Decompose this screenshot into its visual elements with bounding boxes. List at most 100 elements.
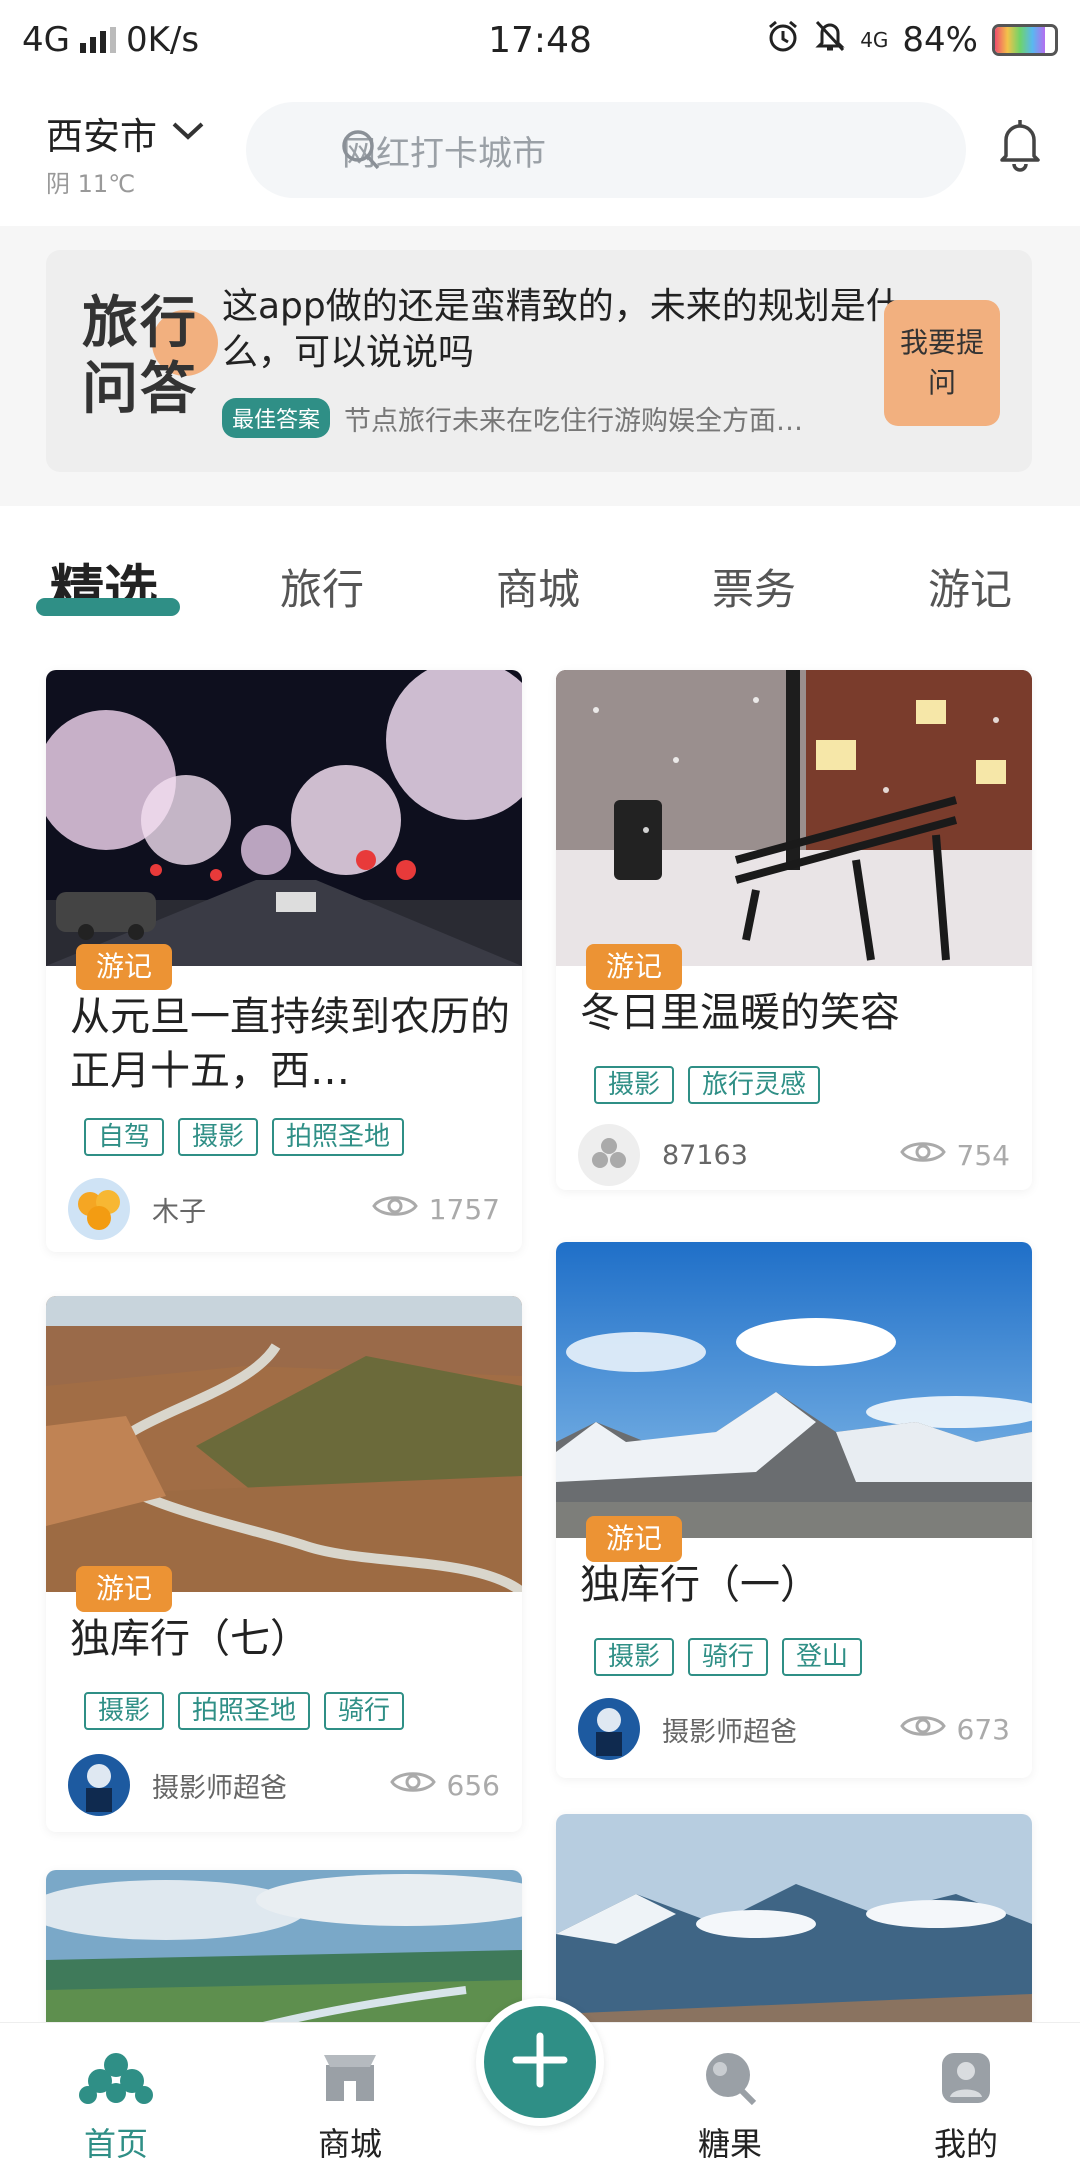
- nav-home[interactable]: 首页: [46, 2051, 186, 2160]
- qa-logo-line1: 旅行: [82, 290, 198, 356]
- profile-icon: [936, 2053, 996, 2109]
- post-title[interactable]: 独库行（一）: [580, 1558, 1020, 1612]
- bell-icon[interactable]: [996, 116, 1044, 176]
- post-views: 1757: [371, 1191, 500, 1228]
- post-category-badge: 游记: [586, 944, 683, 990]
- eye-icon: [899, 1137, 947, 1174]
- city-name: 西安市: [46, 115, 157, 158]
- post-footer: 87163 754: [578, 1122, 1010, 1188]
- best-answer-badge: 最佳答案: [222, 398, 331, 438]
- alarm-icon: [766, 19, 800, 62]
- post-card[interactable]: 游记 独库行（七） 摄影 拍照圣地 骑行 摄影师超爸 656: [46, 1296, 522, 1832]
- post-tag[interactable]: 旅行灵感: [688, 1066, 821, 1104]
- post-tag[interactable]: 拍照圣地: [272, 1118, 405, 1156]
- post-views: 673: [899, 1711, 1010, 1748]
- post-author[interactable]: 木子: [152, 1190, 371, 1229]
- nav-mall-label: 商城: [317, 2125, 382, 2160]
- tab-travel[interactable]: 旅行: [280, 556, 364, 617]
- battery-percent: 84%: [902, 20, 978, 60]
- search-bar[interactable]: 网红打卡城市: [246, 102, 966, 198]
- post-image-canyon-river: [46, 1296, 522, 1592]
- post-tag[interactable]: 登山: [782, 1638, 863, 1676]
- post-card[interactable]: 游记 冬日里温暖的笑容 摄影 旅行灵感 87163 754: [556, 670, 1032, 1190]
- answer-text: 节点旅行未来在吃住行游购娱全方面…: [344, 405, 804, 437]
- qa-question[interactable]: 这app做的还是蛮精致的，未来的规划是什么，可以说说吗: [222, 284, 922, 376]
- post-title[interactable]: 冬日里温暖的笑容: [580, 986, 1020, 1040]
- post-category-badge: 游记: [76, 944, 173, 990]
- candy-icon: [700, 2053, 760, 2109]
- qa-logo: 旅行 问答: [82, 290, 232, 422]
- qa-section: 旅行 问答 这app做的还是蛮精致的，未来的规划是什么，可以说说吗 最佳答案 节…: [0, 226, 1080, 506]
- tab-tickets[interactable]: 票务: [712, 556, 796, 617]
- post-card[interactable]: 游记 从元旦一直持续到农历的正月十五，西… 自驾 摄影 拍照圣地 木子 1757: [46, 670, 522, 1252]
- nav-candy-label: 糖果: [697, 2125, 762, 2160]
- mute-bell-icon: [814, 19, 846, 62]
- eye-icon: [899, 1711, 947, 1748]
- post-tag[interactable]: 拍照圣地: [178, 1692, 311, 1730]
- post-tags: 摄影 骑行 登山: [594, 1638, 863, 1676]
- view-count: 656: [446, 1768, 500, 1802]
- post-author[interactable]: 87163: [662, 1140, 899, 1171]
- view-count: 1757: [428, 1192, 500, 1226]
- post-footer: 木子 1757: [68, 1176, 500, 1242]
- post-tag[interactable]: 摄影: [178, 1118, 259, 1156]
- post-tag[interactable]: 摄影: [84, 1692, 165, 1730]
- post-tag[interactable]: 摄影: [594, 1638, 675, 1676]
- post-title[interactable]: 独库行（七）: [70, 1612, 510, 1666]
- post-author[interactable]: 摄影师超爸: [662, 1710, 899, 1749]
- qa-logo-line2: 问答: [82, 356, 198, 422]
- nav-mine[interactable]: 我的: [896, 2051, 1036, 2160]
- nav-candy[interactable]: 糖果: [660, 2051, 800, 2160]
- network-type-2: 4G: [860, 28, 889, 52]
- post-tags: 摄影 旅行灵感: [594, 1066, 821, 1104]
- avatar[interactable]: [578, 1698, 640, 1760]
- avatar[interactable]: [68, 1754, 130, 1816]
- signal-icon: [79, 27, 116, 53]
- post-tag[interactable]: 摄影: [594, 1066, 675, 1104]
- post-image-snowy-mountains: [556, 1242, 1032, 1538]
- view-count: 754: [956, 1138, 1010, 1172]
- nav-mine-label: 我的: [933, 2125, 998, 2160]
- network-type: 4G: [22, 20, 70, 60]
- post-views: 754: [899, 1137, 1010, 1174]
- post-tag[interactable]: 自驾: [84, 1118, 165, 1156]
- post-image-snowy-bench: [556, 670, 1032, 966]
- chevron-down-icon: [171, 120, 205, 146]
- top-header: 西安市 阴 11℃ 网红打卡城市: [0, 80, 1080, 226]
- nav-home-label: 首页: [83, 2125, 148, 2160]
- post-tag[interactable]: 骑行: [688, 1638, 769, 1676]
- eye-icon: [389, 1767, 437, 1804]
- ask-question-button[interactable]: 我要提问: [884, 300, 1000, 426]
- qa-best-answer[interactable]: 最佳答案 节点旅行未来在吃住行游购娱全方面…: [222, 398, 912, 438]
- post-footer: 摄影师超爸 656: [68, 1752, 500, 1818]
- qa-card[interactable]: 旅行 问答 这app做的还是蛮精致的，未来的规划是什么，可以说说吗 最佳答案 节…: [46, 250, 1032, 472]
- post-card[interactable]: 游记 独库行（一） 摄影 骑行 登山 摄影师超爸 673: [556, 1242, 1032, 1778]
- active-tab-indicator: [36, 598, 180, 616]
- view-count: 673: [956, 1712, 1010, 1746]
- shop-icon: [320, 2055, 380, 2109]
- avatar[interactable]: [578, 1124, 640, 1186]
- post-category-badge: 游记: [586, 1516, 683, 1562]
- post-category-badge: 游记: [76, 1566, 173, 1612]
- plus-icon: [510, 2030, 570, 2094]
- create-post-button[interactable]: [476, 1998, 604, 2126]
- post-tag[interactable]: 骑行: [324, 1692, 405, 1730]
- post-tags: 摄影 拍照圣地 骑行: [84, 1692, 405, 1730]
- post-views: 656: [389, 1767, 500, 1804]
- tab-travelogue[interactable]: 游记: [928, 556, 1012, 617]
- network-speed: 0K/s: [125, 20, 200, 60]
- city-selector[interactable]: 西安市 阴 11℃: [46, 106, 205, 199]
- avatar[interactable]: [68, 1178, 130, 1240]
- post-author[interactable]: 摄影师超爸: [152, 1766, 389, 1805]
- post-title[interactable]: 从元旦一直持续到农历的正月十五，西…: [70, 990, 510, 1098]
- nav-mall[interactable]: 商城: [280, 2051, 420, 2160]
- weather-text: 阴 11℃: [46, 170, 136, 198]
- battery-icon: [992, 24, 1058, 56]
- post-footer: 摄影师超爸 673: [578, 1696, 1010, 1762]
- status-bar: 4G 0K/s 17:48 4G 84%: [0, 0, 1080, 80]
- tab-mall[interactable]: 商城: [496, 556, 580, 617]
- eye-icon: [371, 1191, 419, 1228]
- home-clover-icon: [78, 2053, 154, 2109]
- post-image-night-blossom-street: [46, 670, 522, 966]
- search-icon: [340, 128, 382, 176]
